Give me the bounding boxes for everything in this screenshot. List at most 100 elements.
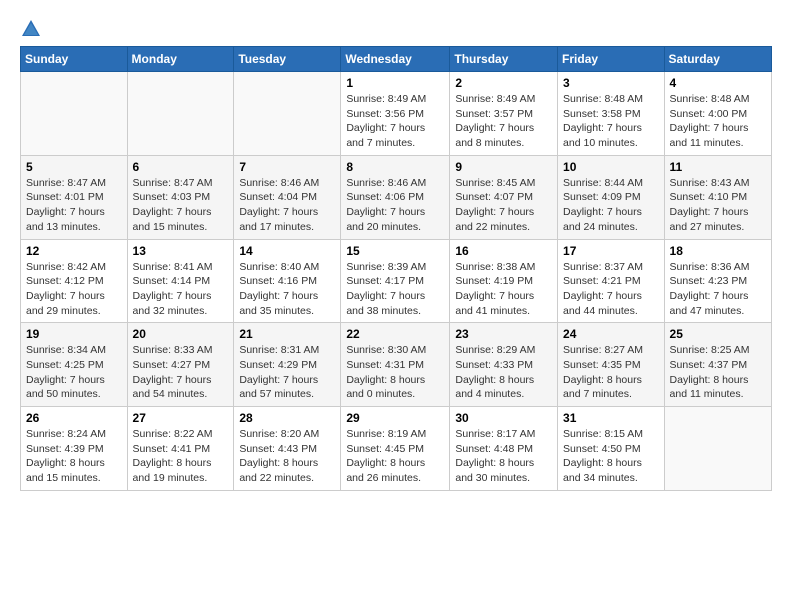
day-number: 15 xyxy=(346,244,444,258)
day-number: 22 xyxy=(346,327,444,341)
week-row-5: 26Sunrise: 8:24 AM Sunset: 4:39 PM Dayli… xyxy=(21,407,772,491)
day-info: Sunrise: 8:48 AM Sunset: 4:00 PM Dayligh… xyxy=(670,92,766,151)
day-number: 4 xyxy=(670,76,766,90)
day-info: Sunrise: 8:45 AM Sunset: 4:07 PM Dayligh… xyxy=(455,176,552,235)
calendar-cell: 23 Sunrise: 8:29 AM Sunset: 4:33 PM Dayli… xyxy=(450,323,558,407)
day-info: Sunrise: 8:44 AM Sunset: 4:09 PM Dayligh… xyxy=(563,176,659,235)
calendar-table: SundayMondayTuesdayWednesdayThursdayFrid… xyxy=(20,46,772,491)
calendar-cell: 4 Sunrise: 8:48 AM Sunset: 4:00 PM Daylig… xyxy=(664,72,771,156)
main-container: SundayMondayTuesdayWednesdayThursdayFrid… xyxy=(0,0,792,501)
day-info: Sunrise: 8:20 AM Sunset: 4:43 PM Dayligh… xyxy=(239,427,335,486)
calendar-cell xyxy=(234,72,341,156)
calendar-cell: 1 Sunrise: 8:49 AM Sunset: 3:56 PM Daylig… xyxy=(341,72,450,156)
day-number: 6 xyxy=(133,160,229,174)
calendar-cell: 16 Sunrise: 8:38 AM Sunset: 4:19 PM Dayli… xyxy=(450,239,558,323)
week-row-1: 1 Sunrise: 8:49 AM Sunset: 3:56 PM Daylig… xyxy=(21,72,772,156)
day-number: 18 xyxy=(670,244,766,258)
day-number: 3 xyxy=(563,76,659,90)
day-header-friday: Friday xyxy=(558,47,665,72)
day-info: Sunrise: 8:41 AM Sunset: 4:14 PM Dayligh… xyxy=(133,260,229,319)
week-row-3: 12 Sunrise: 8:42 AM Sunset: 4:12 PM Dayli… xyxy=(21,239,772,323)
day-number: 23 xyxy=(455,327,552,341)
calendar-cell: 2Sunrise: 8:49 AM Sunset: 3:57 PM Daylig… xyxy=(450,72,558,156)
day-info: Sunrise: 8:40 AM Sunset: 4:16 PM Dayligh… xyxy=(239,260,335,319)
week-row-4: 19 Sunrise: 8:34 AM Sunset: 4:25 PM Dayli… xyxy=(21,323,772,407)
day-number: 1 xyxy=(346,76,444,90)
day-info: Sunrise: 8:15 AM Sunset: 4:50 PM Dayligh… xyxy=(563,427,659,486)
calendar-cell xyxy=(21,72,128,156)
day-info: Sunrise: 8:17 AM Sunset: 4:48 PM Dayligh… xyxy=(455,427,552,486)
logo-icon xyxy=(20,18,42,40)
day-info: Sunrise: 8:24 AM Sunset: 4:39 PM Dayligh… xyxy=(26,427,122,486)
day-info: Sunrise: 8:47 AM Sunset: 4:01 PM Dayligh… xyxy=(26,176,122,235)
day-info: Sunrise: 8:36 AM Sunset: 4:23 PM Dayligh… xyxy=(670,260,766,319)
day-info: Sunrise: 8:19 AM Sunset: 4:45 PM Dayligh… xyxy=(346,427,444,486)
day-number: 30 xyxy=(455,411,552,425)
calendar-cell: 30 Sunrise: 8:17 AM Sunset: 4:48 PM Dayli… xyxy=(450,407,558,491)
day-info: Sunrise: 8:31 AM Sunset: 4:29 PM Dayligh… xyxy=(239,343,335,402)
calendar-cell: 27Sunrise: 8:22 AM Sunset: 4:41 PM Dayli… xyxy=(127,407,234,491)
day-number: 8 xyxy=(346,160,444,174)
day-number: 10 xyxy=(563,160,659,174)
day-info: Sunrise: 8:25 AM Sunset: 4:37 PM Dayligh… xyxy=(670,343,766,402)
day-info: Sunrise: 8:37 AM Sunset: 4:21 PM Dayligh… xyxy=(563,260,659,319)
day-number: 28 xyxy=(239,411,335,425)
day-info: Sunrise: 8:30 AM Sunset: 4:31 PM Dayligh… xyxy=(346,343,444,402)
day-header-wednesday: Wednesday xyxy=(341,47,450,72)
calendar-cell: 28 Sunrise: 8:20 AM Sunset: 4:43 PM Dayli… xyxy=(234,407,341,491)
day-info: Sunrise: 8:48 AM Sunset: 3:58 PM Dayligh… xyxy=(563,92,659,151)
calendar-cell: 8 Sunrise: 8:46 AM Sunset: 4:06 PM Daylig… xyxy=(341,155,450,239)
calendar-cell xyxy=(127,72,234,156)
calendar-cell: 14 Sunrise: 8:40 AM Sunset: 4:16 PM Dayli… xyxy=(234,239,341,323)
day-info: Sunrise: 8:43 AM Sunset: 4:10 PM Dayligh… xyxy=(670,176,766,235)
day-info: Sunrise: 8:42 AM Sunset: 4:12 PM Dayligh… xyxy=(26,260,122,319)
calendar-cell: 26Sunrise: 8:24 AM Sunset: 4:39 PM Dayli… xyxy=(21,407,128,491)
calendar-cell: 11Sunrise: 8:43 AM Sunset: 4:10 PM Dayli… xyxy=(664,155,771,239)
day-info: Sunrise: 8:29 AM Sunset: 4:33 PM Dayligh… xyxy=(455,343,552,402)
calendar-cell: 3 Sunrise: 8:48 AM Sunset: 3:58 PM Daylig… xyxy=(558,72,665,156)
calendar-cell: 19 Sunrise: 8:34 AM Sunset: 4:25 PM Dayli… xyxy=(21,323,128,407)
calendar-cell: 31 Sunrise: 8:15 AM Sunset: 4:50 PM Dayli… xyxy=(558,407,665,491)
day-number: 24 xyxy=(563,327,659,341)
day-header-saturday: Saturday xyxy=(664,47,771,72)
day-info: Sunrise: 8:38 AM Sunset: 4:19 PM Dayligh… xyxy=(455,260,552,319)
day-header-monday: Monday xyxy=(127,47,234,72)
calendar-cell: 13 Sunrise: 8:41 AM Sunset: 4:14 PM Dayli… xyxy=(127,239,234,323)
day-number: 9 xyxy=(455,160,552,174)
day-info: Sunrise: 8:27 AM Sunset: 4:35 PM Dayligh… xyxy=(563,343,659,402)
day-info: Sunrise: 8:49 AM Sunset: 3:56 PM Dayligh… xyxy=(346,92,444,151)
day-number: 31 xyxy=(563,411,659,425)
day-header-thursday: Thursday xyxy=(450,47,558,72)
header xyxy=(20,18,772,40)
day-info: Sunrise: 8:47 AM Sunset: 4:03 PM Dayligh… xyxy=(133,176,229,235)
day-header-sunday: Sunday xyxy=(21,47,128,72)
day-number: 14 xyxy=(239,244,335,258)
calendar-cell: 15 Sunrise: 8:39 AM Sunset: 4:17 PM Dayli… xyxy=(341,239,450,323)
day-number: 13 xyxy=(133,244,229,258)
week-row-2: 5 Sunrise: 8:47 AM Sunset: 4:01 PM Daylig… xyxy=(21,155,772,239)
day-number: 5 xyxy=(26,160,122,174)
calendar-cell: 18 Sunrise: 8:36 AM Sunset: 4:23 PM Dayli… xyxy=(664,239,771,323)
day-number: 7 xyxy=(239,160,335,174)
calendar-cell: 17Sunrise: 8:37 AM Sunset: 4:21 PM Dayli… xyxy=(558,239,665,323)
day-number: 19 xyxy=(26,327,122,341)
day-info: Sunrise: 8:33 AM Sunset: 4:27 PM Dayligh… xyxy=(133,343,229,402)
day-number: 16 xyxy=(455,244,552,258)
day-number: 12 xyxy=(26,244,122,258)
day-info: Sunrise: 8:46 AM Sunset: 4:06 PM Dayligh… xyxy=(346,176,444,235)
day-header-tuesday: Tuesday xyxy=(234,47,341,72)
day-number: 21 xyxy=(239,327,335,341)
day-number: 25 xyxy=(670,327,766,341)
day-number: 2 xyxy=(455,76,552,90)
calendar-cell: 29Sunrise: 8:19 AM Sunset: 4:45 PM Dayli… xyxy=(341,407,450,491)
calendar-cell xyxy=(664,407,771,491)
calendar-cell: 21 Sunrise: 8:31 AM Sunset: 4:29 PM Dayli… xyxy=(234,323,341,407)
day-info: Sunrise: 8:22 AM Sunset: 4:41 PM Dayligh… xyxy=(133,427,229,486)
calendar-cell: 22 Sunrise: 8:30 AM Sunset: 4:31 PM Dayli… xyxy=(341,323,450,407)
header-row: SundayMondayTuesdayWednesdayThursdayFrid… xyxy=(21,47,772,72)
calendar-cell: 9 Sunrise: 8:45 AM Sunset: 4:07 PM Daylig… xyxy=(450,155,558,239)
calendar-cell: 24 Sunrise: 8:27 AM Sunset: 4:35 PM Dayli… xyxy=(558,323,665,407)
day-info: Sunrise: 8:34 AM Sunset: 4:25 PM Dayligh… xyxy=(26,343,122,402)
day-info: Sunrise: 8:39 AM Sunset: 4:17 PM Dayligh… xyxy=(346,260,444,319)
calendar-cell: 25 Sunrise: 8:25 AM Sunset: 4:37 PM Dayli… xyxy=(664,323,771,407)
